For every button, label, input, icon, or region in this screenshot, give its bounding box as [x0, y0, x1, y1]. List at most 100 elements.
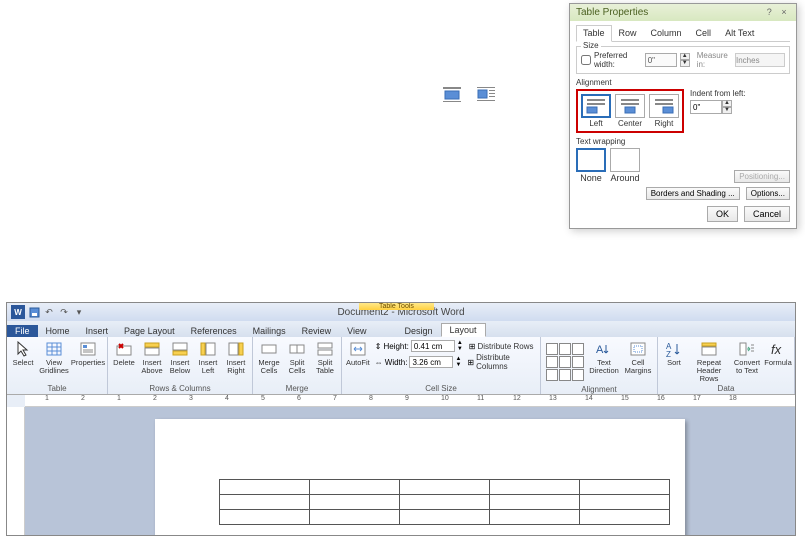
repeat-header-icon [700, 340, 718, 358]
insert-above-button[interactable]: Insert Above [139, 339, 165, 376]
height-spinner[interactable]: ▲▼ [457, 340, 463, 352]
width-label: Width: [385, 358, 408, 367]
close-icon[interactable]: × [778, 7, 790, 17]
wrap-around-option[interactable]: Around [610, 148, 640, 183]
horizontal-ruler[interactable]: 12123456789101112131415161718 [25, 395, 795, 407]
group-rows-columns: Delete Insert Above Insert Below Insert … [108, 337, 253, 394]
insert-left-button[interactable]: Insert Left [195, 339, 221, 376]
split-cells-button[interactable]: Split Cells [284, 339, 310, 376]
convert-icon [738, 340, 756, 358]
word-window: W ↶ ↷ ▾ Document2 - Microsoft Word Table… [6, 302, 796, 536]
svg-text:fx: fx [771, 342, 782, 357]
text-direction-icon: A [595, 340, 613, 358]
distribute-rows-icon: ⊞ [469, 342, 476, 351]
tab-column[interactable]: Column [644, 25, 689, 41]
height-input[interactable] [411, 340, 455, 352]
ribbon-tabs: File Home Insert Page Layout References … [7, 321, 795, 337]
properties-button[interactable]: Properties [72, 339, 104, 368]
dialog-title: Table Properties [576, 7, 648, 18]
positioning-button[interactable]: Positioning... [734, 170, 790, 183]
undo-icon[interactable]: ↶ [43, 306, 55, 318]
ok-button[interactable]: OK [707, 206, 738, 222]
insert-below-button[interactable]: Insert Below [167, 339, 193, 376]
table-tools-label: Table Tools [359, 303, 434, 310]
gridlines-icon [45, 340, 63, 358]
tab-table[interactable]: Table [576, 25, 612, 42]
borders-shading-button[interactable]: Borders and Shading ... [646, 187, 740, 200]
tab-alt-text[interactable]: Alt Text [718, 25, 761, 41]
tab-mailings[interactable]: Mailings [245, 325, 294, 337]
svg-text:A: A [596, 344, 604, 356]
dialog-tabs: Table Row Column Cell Alt Text [576, 25, 790, 42]
formula-icon: fx [769, 340, 787, 358]
delete-button[interactable]: Delete [111, 339, 137, 368]
height-label: Height: [383, 342, 408, 351]
titlebar: W ↶ ↷ ▾ Document2 - Microsoft Word Table… [7, 303, 795, 321]
select-button[interactable]: Select [10, 339, 36, 368]
autofit-button[interactable]: AutoFit [345, 339, 371, 368]
split-cells-icon [288, 340, 306, 358]
group-table: Select View Gridlines Properties Table [7, 337, 108, 394]
convert-button[interactable]: Convert to Text [731, 339, 763, 376]
alignment-grid[interactable] [546, 343, 584, 381]
sort-icon: AZ [665, 340, 683, 358]
sort-button[interactable]: AZ Sort [661, 339, 687, 368]
properties-icon [79, 340, 97, 358]
merge-cells-icon [260, 340, 278, 358]
tab-design[interactable]: Design [397, 325, 441, 337]
cell-margins-icon [629, 340, 647, 358]
vertical-ruler[interactable] [7, 407, 25, 535]
preferred-width-input[interactable] [645, 53, 677, 67]
tab-home[interactable]: Home [38, 325, 78, 337]
wrap-around-label: Around [610, 173, 639, 183]
dialog-titlebar[interactable]: Table Properties ? × [570, 4, 796, 21]
formula-button[interactable]: fx Formula [765, 339, 791, 368]
insert-left-icon [199, 340, 217, 358]
tab-insert[interactable]: Insert [78, 325, 117, 337]
preferred-width-checkbox[interactable] [581, 55, 591, 65]
cell-margins-button[interactable]: Cell Margins [622, 339, 654, 376]
tab-row[interactable]: Row [612, 25, 644, 41]
ribbon: Select View Gridlines Properties Table D… [7, 337, 795, 395]
text-direction-button[interactable]: A Text Direction [588, 339, 620, 376]
save-icon[interactable] [28, 306, 40, 318]
tab-cell[interactable]: Cell [689, 25, 719, 41]
distribute-cols-icon: ⊞ [467, 358, 474, 367]
document-page[interactable] [155, 419, 685, 536]
delete-icon [115, 340, 133, 358]
insert-above-icon [143, 340, 161, 358]
view-gridlines-button[interactable]: View Gridlines [38, 339, 70, 376]
redo-icon[interactable]: ↷ [58, 306, 70, 318]
context-tab-area: Table Tools [359, 303, 434, 321]
insert-right-button[interactable]: Insert Right [223, 339, 249, 376]
tab-references[interactable]: References [183, 325, 245, 337]
measure-in-select[interactable] [735, 53, 785, 67]
tab-view[interactable]: View [339, 325, 374, 337]
tab-page-layout[interactable]: Page Layout [116, 325, 183, 337]
help-icon[interactable]: ? [763, 7, 775, 17]
distribute-rows-button[interactable]: Distribute Rows [477, 342, 533, 351]
size-group: Size Preferred width: ▲▼ Measure in: [576, 46, 790, 74]
tab-layout[interactable]: Layout [441, 323, 486, 337]
insert-below-icon [171, 340, 189, 358]
qat-customize-icon[interactable]: ▾ [73, 306, 85, 318]
document-table[interactable] [219, 479, 670, 525]
repeat-header-button[interactable]: Repeat Header Rows [689, 339, 729, 384]
distribute-cols-button[interactable]: Distribute Columns [476, 353, 537, 371]
preferred-width-label: Preferred width: [594, 51, 642, 69]
split-table-button[interactable]: Split Table [312, 339, 338, 376]
word-app-icon[interactable]: W [11, 305, 25, 319]
insert-right-icon [227, 340, 245, 358]
table-properties-dialog: Table Properties ? × Table Row Column Ce… [569, 3, 797, 229]
width-input[interactable] [409, 356, 453, 368]
preferred-width-spinner[interactable]: ▲▼ [680, 53, 690, 67]
autofit-icon [349, 340, 367, 358]
options-button[interactable]: Options... [746, 187, 790, 200]
width-spinner[interactable]: ▲▼ [455, 356, 461, 368]
merge-cells-button[interactable]: Merge Cells [256, 339, 282, 376]
tab-file[interactable]: File [7, 325, 38, 337]
size-label: Size [581, 41, 601, 50]
cancel-button[interactable]: Cancel [744, 206, 790, 222]
tab-review[interactable]: Review [294, 325, 340, 337]
width-arrow-icon: ⇔ [375, 358, 383, 367]
